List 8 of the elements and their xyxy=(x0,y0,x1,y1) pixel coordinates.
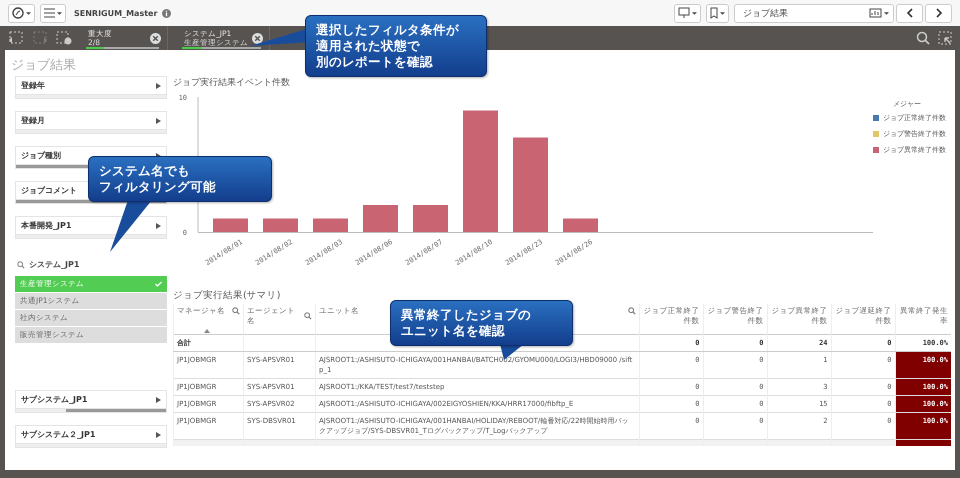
sheet-title: ジョブ結果 xyxy=(11,57,76,72)
list-title: システム_JP1 xyxy=(29,259,80,270)
app-name: SENRIGUM_Master xyxy=(74,8,158,18)
table-title: ジョブ実行結果(サマリ) xyxy=(173,289,282,302)
callout-tooltip: システム名でも フィルタリング可能 xyxy=(88,156,272,202)
chart-title: ジョブ実行結果イベント件数 xyxy=(173,76,291,89)
callout-tooltip: 選択したフィルタ条件が 適用された状態で 別のレポートを確認 xyxy=(305,15,487,77)
callout-tooltip: 異常終了したジョブの ユニット名を確認 xyxy=(390,300,573,346)
